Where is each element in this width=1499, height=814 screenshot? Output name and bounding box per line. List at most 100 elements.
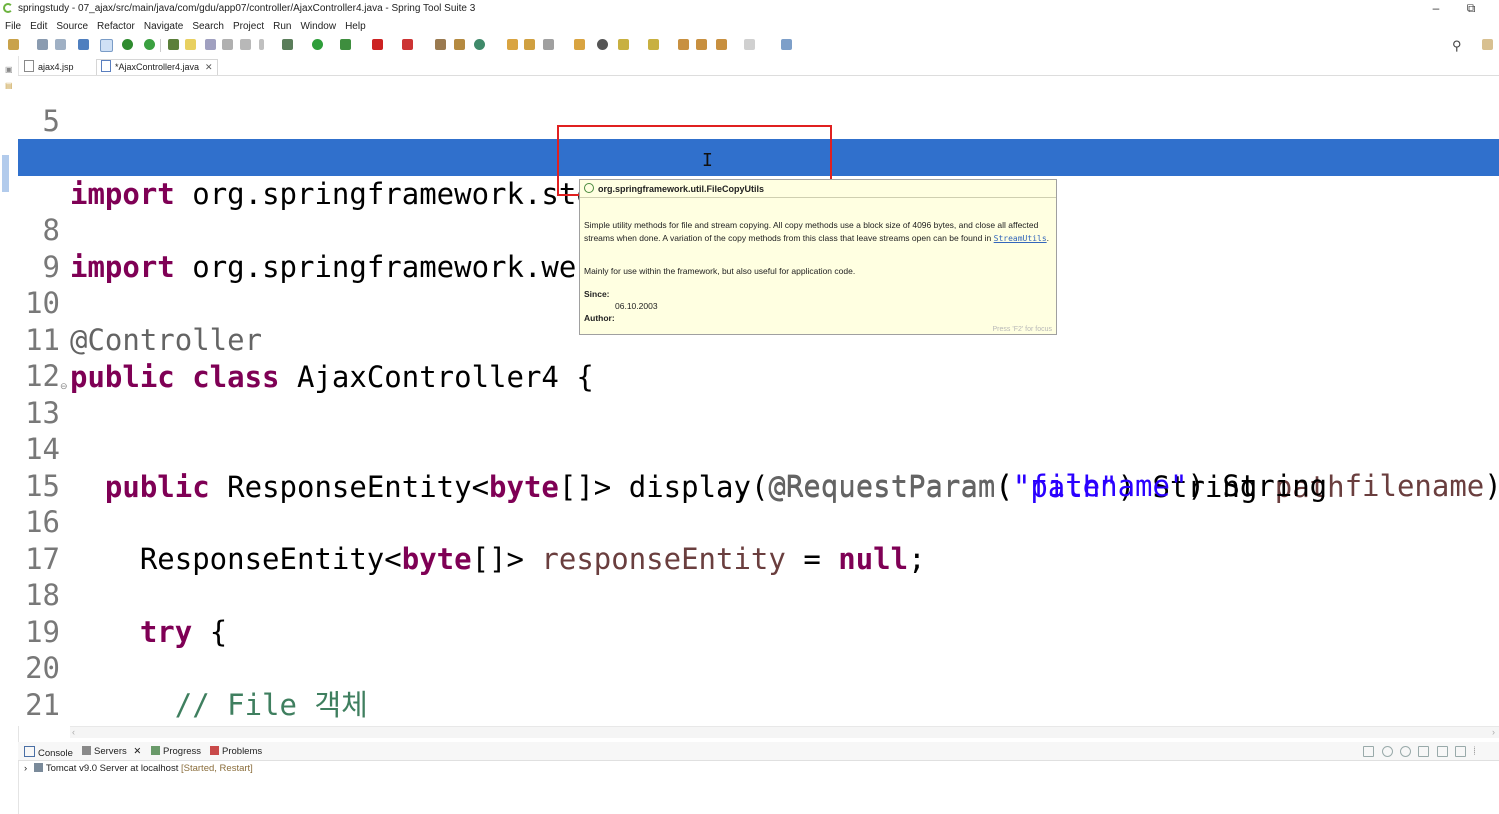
stop-icon[interactable] <box>372 39 383 50</box>
open-folder-icon[interactable] <box>574 39 585 50</box>
window-title: springstudy - 07_ajax/src/main/java/com/… <box>18 3 476 14</box>
scroll-right-icon[interactable]: › <box>1492 727 1495 737</box>
hover-description-2: Mainly for use within the framework, but… <box>584 266 856 276</box>
restore-view-icon[interactable]: ▣ <box>5 65 13 74</box>
restore-button[interactable]: ⧉ <box>1456 1 1486 16</box>
code-line: 17 <box>18 504 1499 576</box>
run-icon[interactable] <box>312 39 323 50</box>
line-number: 22 <box>18 723 60 726</box>
perspective-icon[interactable] <box>1482 39 1493 50</box>
code-line: 16 ResponseEntity<byte[]> responseEntity… <box>18 467 1499 576</box>
menu-search[interactable]: Search <box>187 18 228 32</box>
javadoc-hover-popup[interactable]: org.springframework.util.FileCopyUtils S… <box>579 179 1057 335</box>
new-package-icon[interactable] <box>454 39 465 50</box>
back-dropdown-icon[interactable] <box>716 39 727 50</box>
servers-icon <box>82 746 91 755</box>
tab-label: *AjaxController4.java <box>115 62 200 72</box>
search-tool-icon[interactable] <box>543 39 554 50</box>
tab-label: Console <box>38 748 73 759</box>
server-status: [Started, Restart] <box>181 763 253 774</box>
tab-label: Problems <box>222 746 263 757</box>
new-icon[interactable] <box>8 39 19 50</box>
toolbar-separator <box>160 39 161 52</box>
publish-icon[interactable] <box>1455 746 1466 757</box>
start-server-icon[interactable] <box>1400 746 1411 757</box>
code-line: 13 ⊖ public ResponseEntity<byte[]> displ… <box>18 358 1499 504</box>
tab-servers[interactable]: Servers ✕ <box>82 746 141 757</box>
coverage-icon[interactable] <box>340 39 351 50</box>
since-label: Since: <box>584 289 610 299</box>
horizontal-scrollbar[interactable]: ‹ › <box>70 726 1499 738</box>
view-menu-icon[interactable] <box>1474 746 1477 755</box>
block-selection-icon[interactable] <box>222 39 233 50</box>
tab-ajax4-jsp[interactable]: ajax4.jsp <box>24 60 74 74</box>
stop-server-icon[interactable] <box>1437 746 1448 757</box>
collapse-icon[interactable] <box>1363 746 1374 757</box>
code-line: 5 import org.springframework.http.Respon… <box>18 76 1499 175</box>
menu-navigate[interactable]: Navigate <box>139 18 187 32</box>
tomcat-icon <box>33 763 43 772</box>
menu-project[interactable]: Project <box>228 18 268 32</box>
debug-server-icon[interactable] <box>1382 746 1393 757</box>
toggle-icon[interactable] <box>100 39 113 52</box>
quick-access-search-icon[interactable]: ⚲ <box>1452 38 1462 54</box>
prev-annotation-icon[interactable] <box>648 39 659 50</box>
tab-label: ajax4.jsp <box>38 62 74 72</box>
tab-problems[interactable]: Problems <box>210 746 262 757</box>
hover-footer: Press 'F2' for focus <box>992 326 1052 333</box>
servers-view: › Tomcat v9.0 Server at localhost [Start… <box>18 761 1499 814</box>
new-java-project-icon[interactable] <box>435 39 446 50</box>
package-explorer-icon[interactable]: ▤ <box>5 81 13 90</box>
server-row[interactable]: › Tomcat v9.0 Server at localhost [Start… <box>24 763 253 774</box>
tab-progress[interactable]: Progress <box>151 746 201 757</box>
pin-icon[interactable] <box>168 39 179 50</box>
minimize-button[interactable]: – <box>1421 1 1451 15</box>
save-all-icon[interactable] <box>55 39 66 50</box>
pilcrow-icon[interactable] <box>259 39 264 50</box>
menu-run[interactable]: Run <box>268 18 295 32</box>
menu-refactor[interactable]: Refactor <box>92 18 139 32</box>
save-icon[interactable] <box>37 39 48 50</box>
scroll-left-icon[interactable]: ‹ <box>72 727 75 737</box>
class-icon <box>584 183 594 193</box>
format-icon[interactable] <box>205 39 216 50</box>
new-class-icon[interactable] <box>474 39 485 50</box>
java-file-icon <box>101 60 111 72</box>
left-trim-strip: ▣ ▤ <box>0 56 19 814</box>
terminal-icon[interactable] <box>78 39 89 50</box>
close-icon[interactable]: ✕ <box>205 62 213 72</box>
pin-editor-icon[interactable] <box>781 39 792 50</box>
code-line: 14 , @RequestParam("filename") String fi… <box>18 394 1499 503</box>
menu-window[interactable]: Window <box>295 18 340 32</box>
expand-icon[interactable]: › <box>24 763 27 774</box>
debug-icon[interactable] <box>282 39 293 50</box>
tab-console[interactable]: Console <box>24 746 73 759</box>
hover-title: org.springframework.util.FileCopyUtils <box>584 183 764 194</box>
close-icon[interactable]: ✕ <box>133 746 141 757</box>
open-type-icon[interactable] <box>507 39 518 50</box>
external-tools-icon[interactable] <box>402 39 413 50</box>
whitespace-icon[interactable] <box>240 39 251 50</box>
menu-file[interactable]: File <box>0 18 25 32</box>
main-toolbar: ⚲ <box>0 36 1499 56</box>
code-line: 22 <box>18 686 1499 726</box>
menu-source[interactable]: Source <box>51 18 92 32</box>
profile-server-icon[interactable] <box>1418 746 1429 757</box>
back-icon[interactable] <box>696 39 707 50</box>
streamutils-link[interactable]: StreamUtils <box>994 234 1047 243</box>
mark-occurrences-icon[interactable] <box>185 39 196 50</box>
forward-icon[interactable] <box>744 39 755 50</box>
menu-edit[interactable]: Edit <box>25 18 51 32</box>
tab-ajax-controller4-java[interactable]: *AjaxController4.java ✕ <box>96 59 218 75</box>
hover-description: Simple utility methods for file and stre… <box>584 220 1050 243</box>
spring-boot-icon[interactable] <box>122 39 133 50</box>
refresh-icon[interactable] <box>144 39 155 50</box>
globe-icon[interactable] <box>597 39 608 50</box>
title-bar: springstudy - 07_ajax/src/main/java/com/… <box>0 0 1499 18</box>
open-task-icon[interactable] <box>524 39 535 50</box>
code-line: 20 // File 객체 <box>18 613 1499 722</box>
last-edit-icon[interactable] <box>678 39 689 50</box>
menu-help[interactable]: Help <box>340 18 370 32</box>
next-annotation-icon[interactable] <box>618 39 629 50</box>
code-line: 19 <box>18 577 1499 649</box>
